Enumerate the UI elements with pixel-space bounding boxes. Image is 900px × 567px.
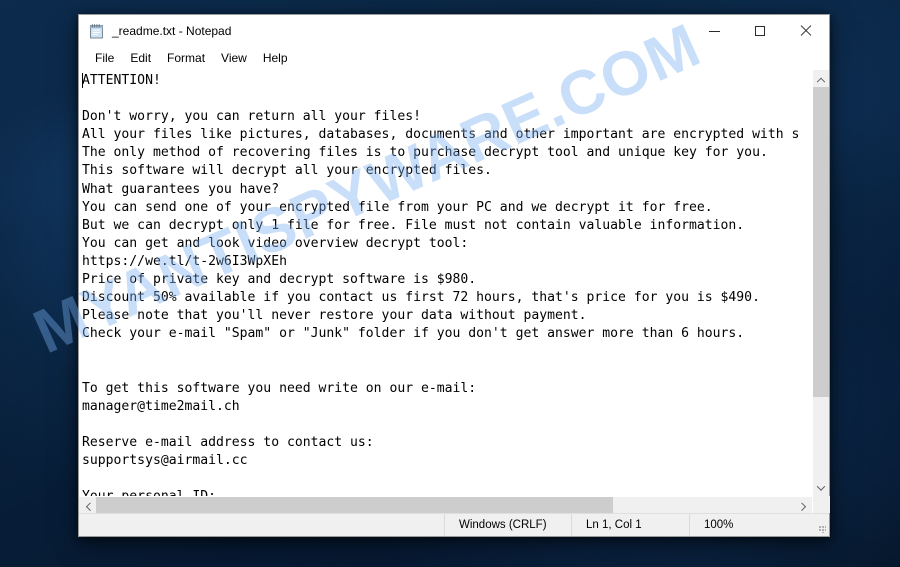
window-controls: [691, 15, 829, 47]
vertical-scroll-track[interactable]: [813, 87, 829, 479]
chevron-up-icon: [816, 77, 826, 86]
editor-column: ATTENTION! Don't worry, you can return a…: [79, 70, 812, 514]
horizontal-scrollbar[interactable]: [79, 496, 812, 514]
notepad-window: _readme.txt - Notepad File Edit Format V…: [78, 14, 830, 537]
horizontal-scroll-thumb[interactable]: [96, 497, 614, 513]
text-caret: [82, 73, 83, 88]
minimize-icon: [708, 30, 720, 32]
vertical-scroll-thumb[interactable]: [813, 87, 829, 397]
notepad-icon: [88, 23, 105, 40]
maximize-button[interactable]: [737, 15, 783, 47]
minimize-button[interactable]: [691, 15, 737, 47]
status-zoom-level: 100%: [689, 514, 815, 536]
menu-item-file[interactable]: File: [87, 50, 122, 66]
status-bar: Windows (CRLF) Ln 1, Col 1 100%: [79, 513, 829, 536]
scroll-down-button[interactable]: [813, 479, 829, 496]
ransom-note-text: ATTENTION! Don't worry, you can return a…: [82, 73, 800, 496]
chevron-left-icon: [85, 501, 94, 511]
close-button[interactable]: [783, 15, 829, 47]
menu-bar: File Edit Format View Help: [79, 47, 829, 69]
text-editor[interactable]: ATTENTION! Don't worry, you can return a…: [79, 70, 812, 496]
menu-item-edit[interactable]: Edit: [122, 50, 159, 66]
window-titlebar[interactable]: _readme.txt - Notepad: [79, 15, 829, 47]
status-cursor-position: Ln 1, Col 1: [571, 514, 689, 536]
scroll-right-button[interactable]: [795, 497, 812, 514]
editor-region: ATTENTION! Don't worry, you can return a…: [79, 69, 830, 514]
horizontal-scroll-track[interactable]: [96, 497, 795, 513]
menu-item-help[interactable]: Help: [255, 50, 296, 66]
status-spacer: [79, 514, 444, 536]
chevron-right-icon: [797, 501, 806, 511]
scroll-left-button[interactable]: [79, 497, 96, 514]
chevron-down-icon: [816, 481, 826, 491]
maximize-icon: [755, 26, 765, 36]
menu-item-view[interactable]: View: [213, 50, 255, 66]
window-title: _readme.txt - Notepad: [112, 24, 232, 38]
vertical-scrollbar[interactable]: [812, 70, 830, 513]
resize-grip[interactable]: [815, 514, 829, 536]
scrollbar-corner: [813, 496, 830, 513]
close-icon: [800, 25, 812, 37]
scroll-up-button[interactable]: [813, 70, 829, 87]
titlebar-left: _readme.txt - Notepad: [79, 23, 691, 40]
menu-item-format[interactable]: Format: [159, 50, 213, 66]
status-encoding: Windows (CRLF): [444, 514, 571, 536]
